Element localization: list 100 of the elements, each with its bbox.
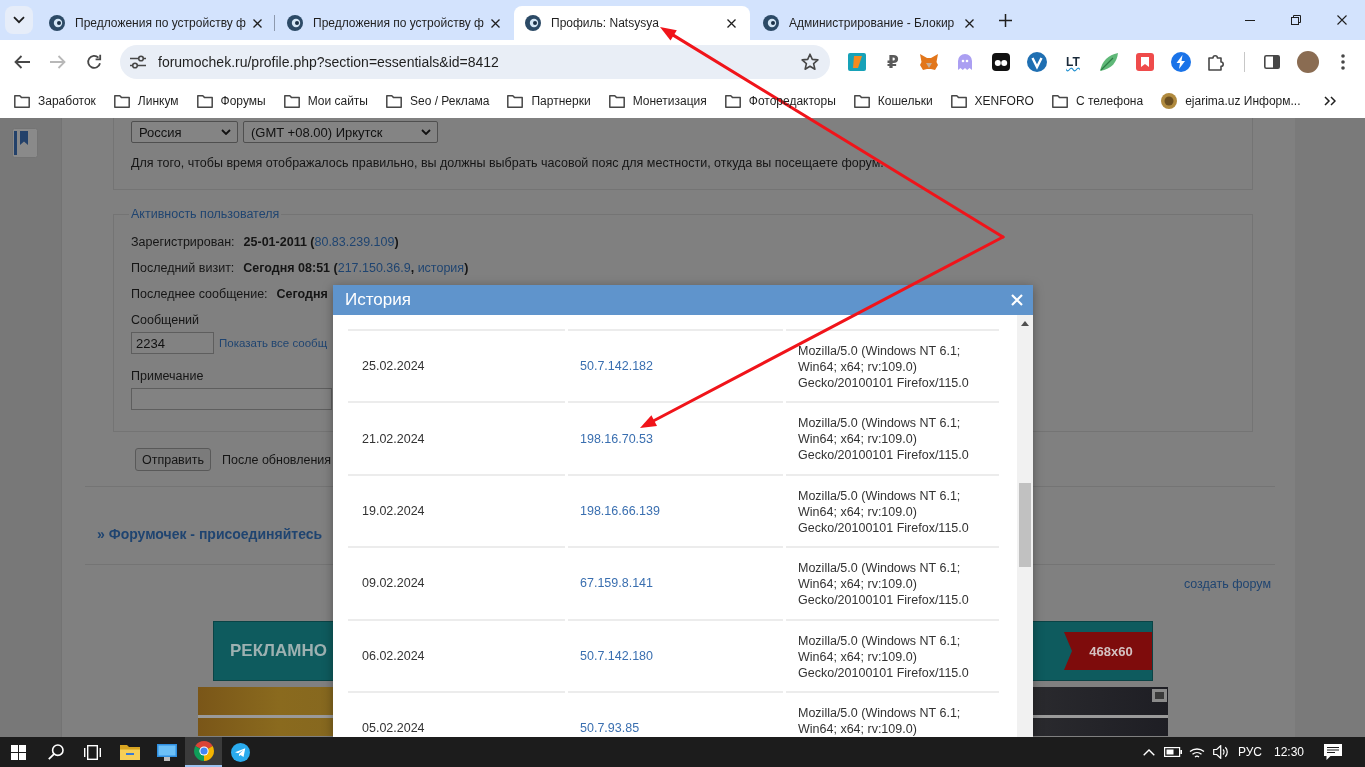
user-agent-text: Mozilla/5.0 (Windows NT 6.1; Win64; x64; rv:109.0) <box>798 704 962 737</box>
visit-date: 21.02.2024 <box>362 431 425 446</box>
folder-icon <box>196 94 213 108</box>
restore-icon <box>1291 15 1301 25</box>
note-field[interactable] <box>131 388 332 410</box>
ad-banner[interactable]: РЕКЛАМНО <box>213 621 333 681</box>
input-language-indicator[interactable]: РУС <box>1237 745 1262 759</box>
close-icon <box>1011 294 1023 306</box>
clock-time[interactable]: 12:30 <box>1273 745 1304 759</box>
user-agent-text: Mozilla/5.0 (Windows NT 6.1; Win64; x64; rv:109.0) Gecko/20100101 Firefox/115.0 <box>798 343 970 391</box>
site-info-button[interactable] <box>129 53 147 71</box>
folder-icon <box>608 94 625 108</box>
arrow-up-icon[interactable] <box>1021 321 1029 326</box>
leaf-icon <box>1099 52 1119 72</box>
side-panel-icon <box>1264 55 1280 69</box>
site-favicon-icon <box>525 15 541 31</box>
avatar-icon <box>1297 51 1319 73</box>
ad-banner[interactable]: 468x60 <box>1033 621 1153 681</box>
tab-search-button[interactable] <box>5 6 33 34</box>
visit-date: 05.02.2024 <box>362 721 425 736</box>
square-logo-icon <box>1136 53 1154 71</box>
bookmark-item[interactable]: ejarima.uz Информ... <box>1152 87 1310 115</box>
ip-address-link[interactable]: 50.7.142.182 <box>580 359 653 374</box>
browser-tab[interactable]: Предложения по устройству ф <box>38 6 274 40</box>
search-icon <box>47 744 64 760</box>
site-favicon-icon <box>763 15 779 31</box>
menu-icon <box>1341 54 1345 70</box>
ip-address-link[interactable]: 50.7.142.180 <box>580 648 653 663</box>
ip-address-link[interactable]: 50.7.93.85 <box>580 721 640 736</box>
dialog-title: История <box>345 290 411 310</box>
bookmark-item[interactable]: Форумы <box>187 87 275 115</box>
square-logo-icon <box>848 53 866 71</box>
monitor-icon <box>156 743 177 761</box>
close-icon <box>1337 15 1347 25</box>
folder-icon <box>119 744 140 760</box>
visit-date: 19.02.2024 <box>362 503 425 518</box>
lightning-icon <box>1171 52 1191 72</box>
user-agent-text: Mozilla/5.0 (Windows NT 6.1; Win64; x64; rv:109.0) Gecko/20100101 Firefox/115.0 <box>798 560 970 609</box>
bookmark-item[interactable]: Линкум <box>104 87 188 115</box>
app-logo-icon <box>193 741 214 761</box>
folder-icon <box>283 94 300 108</box>
field-label: Последний визит: <box>131 260 235 276</box>
folder-icon <box>386 94 402 108</box>
bookmark-item[interactable]: Кошельки <box>844 87 942 115</box>
banner-text: РЕКЛАМНО <box>230 641 327 661</box>
close-button[interactable] <box>1010 293 1024 307</box>
tune-icon <box>130 55 146 69</box>
puzzle-icon <box>1208 53 1226 71</box>
bookmark-item[interactable]: Seo / Реклама <box>377 87 499 115</box>
site-favicon-icon <box>287 15 303 31</box>
field-label: Зарегистрирован: <box>131 234 235 250</box>
extension-button[interactable]: LT <box>1057 46 1089 78</box>
scrollbar-thumb[interactable] <box>1019 483 1031 567</box>
banner-photo-placeholder[interactable] <box>1033 687 1168 736</box>
browser-tab[interactable]: Администрирование - Блокир <box>752 6 988 40</box>
browser-tab[interactable]: Предложения по устройству ф <box>276 6 512 40</box>
fox-icon <box>919 53 939 71</box>
bookmark-icon[interactable] <box>12 128 38 158</box>
caret-icon <box>221 129 231 135</box>
bookmark-item[interactable]: С телефона <box>1042 87 1153 115</box>
visit-date: 09.02.2024 <box>362 576 425 591</box>
timezone-select[interactable]: (GMT +08.00) Иркутск <box>243 121 438 143</box>
site-favicon-icon <box>1161 93 1178 109</box>
user-agent-text: Mozilla/5.0 (Windows NT 6.1; Win64; x64; rv:109.0) Gecko/20100101 Firefox/115.0 <box>798 487 970 536</box>
extension-button[interactable]: ₽ <box>877 46 909 78</box>
bookmark-item[interactable]: Партнерки <box>498 87 600 115</box>
minimize-icon <box>1245 19 1255 21</box>
close-icon <box>964 18 974 28</box>
task-view-icon <box>84 744 101 760</box>
chevron-down-icon <box>13 16 25 24</box>
submit-note: После обновления <box>222 452 332 467</box>
ghost-icon <box>956 53 974 71</box>
square-frame-icon[interactable] <box>1152 689 1167 702</box>
timezone-hint: Для того, чтобы время отображалось правильно, вы должны выбрать часовой пояс для местности, откуда вы посещаете форум. <box>131 155 884 171</box>
bookmark-item[interactable]: Мои сайты <box>274 87 377 115</box>
scrollbar-track[interactable] <box>1017 315 1033 737</box>
notification-icon <box>1324 744 1342 760</box>
visit-date: 25.02.2024 <box>362 359 425 374</box>
speaker-icon <box>1212 745 1229 759</box>
ip-address-link[interactable]: 198.16.70.53 <box>580 431 653 446</box>
folder-icon <box>507 94 524 108</box>
ip-address-link[interactable]: 198.16.66.139 <box>580 503 660 518</box>
reload-icon <box>86 54 102 70</box>
start-icon <box>11 744 26 760</box>
ip-address-link[interactable]: 67.159.8.141 <box>580 576 653 591</box>
field-value: Сегодня <box>276 286 328 302</box>
circle-logo-icon <box>1027 52 1047 72</box>
country-select[interactable]: Россия <box>131 121 238 143</box>
message-count-field[interactable]: 2234 <box>131 332 214 354</box>
address-bar[interactable]: forumochek.ru/profile.php?section=essentials&id=8412 <box>120 45 830 79</box>
close-icon <box>491 18 501 28</box>
taskbar-app-button[interactable] <box>185 737 222 767</box>
bookmark-item[interactable]: Заработок <box>5 87 105 115</box>
user-agent-text: Mozilla/5.0 (Windows NT 6.1; Win64; x64; rv:109.0) Gecko/20100101 Firefox/115.0 <box>798 415 970 464</box>
forward-arrow-icon <box>50 55 66 69</box>
browser-tab[interactable]: Профиль: Natsysya <box>514 6 750 40</box>
bookmark-item[interactable]: Монетизация <box>599 87 716 115</box>
bookmark-item[interactable]: XENFORO <box>941 87 1043 115</box>
submit-button[interactable]: Отправить <box>135 448 211 471</box>
visit-date: 06.02.2024 <box>362 648 425 663</box>
